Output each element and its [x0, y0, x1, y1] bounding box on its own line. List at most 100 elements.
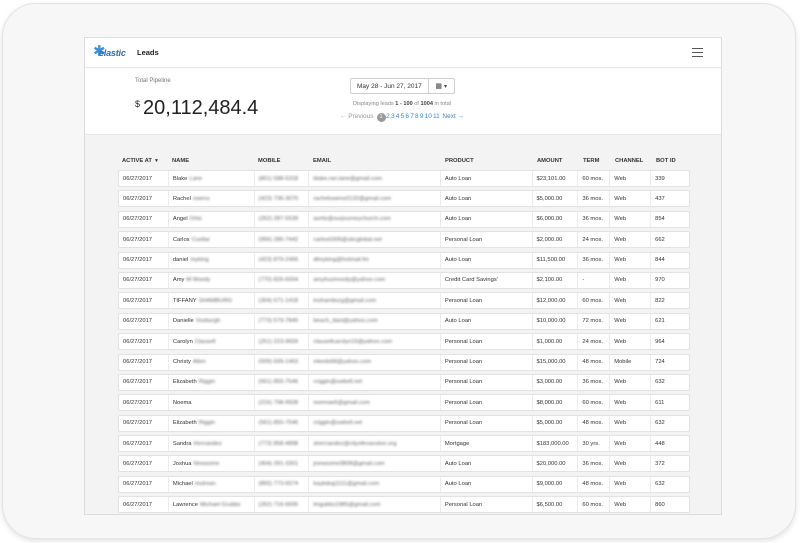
- first-name: TIFFANY: [172, 297, 197, 304]
- table-row[interactable]: 06/27/2017 Elizabeth Riggin (561) 855-7546 c…: [118, 414, 690, 432]
- summary-panel: Total Pipeline $20,112,484.4 May 28 - Ju…: [85, 68, 721, 135]
- displaying-info: Displaying leads 1 - 100 of 1004 in tota…: [317, 101, 487, 107]
- table-row[interactable]: 06/27/2017 TIFFANY SHAMBURG (304) 671-1418 t…: [118, 292, 690, 310]
- last-name-redacted: Allen: [192, 359, 206, 366]
- cell-term: 36 mos.: [578, 252, 611, 268]
- product-value: Personal Loan: [444, 379, 483, 386]
- pagination-page-link[interactable]: 2: [386, 113, 390, 120]
- cell-term: 36 mos.: [578, 374, 611, 390]
- column-header-email[interactable]: EMAIL: [309, 158, 441, 164]
- cell-email: blake.ran.lane@gmail.com: [309, 171, 441, 186]
- elastic-logo[interactable]: ✱ elastic: [93, 43, 126, 62]
- column-header-product[interactable]: PRODUCT: [441, 158, 533, 164]
- cell-product: Personal Loan: [441, 497, 533, 513]
- amount-value: $8,000.00: [536, 399, 563, 406]
- table-row[interactable]: 06/27/2017 Noema (216) 798-9928 noemae6@gma…: [118, 394, 690, 412]
- cell-amount: $2,000.00: [533, 232, 579, 248]
- caret-down-icon: ▾: [443, 83, 447, 90]
- term-value: 60 mos.: [582, 297, 603, 304]
- date-value: 06/27/2017: [123, 420, 153, 427]
- cell-channel: Web: [610, 497, 652, 513]
- currency-symbol: $: [135, 99, 141, 109]
- table-row[interactable]: 06/27/2017 daniel myking (423) 879-2466 dlmy…: [118, 251, 690, 269]
- column-header-active-at[interactable]: ACTIVE AT ▼: [118, 158, 168, 164]
- cell-term: 48 mos.: [578, 354, 611, 370]
- pagination-page-link[interactable]: 3: [391, 113, 395, 120]
- date-range-button[interactable]: May 28 - Jun 27, 2017: [350, 78, 429, 94]
- bot-value: 611: [655, 399, 665, 406]
- cell-mobile: (561) 855-7546: [255, 374, 310, 390]
- bot-value: 724: [655, 359, 665, 366]
- pagination-page-link[interactable]: 11: [433, 113, 440, 120]
- table-row[interactable]: 06/27/2017 Sandra Hernandez (773) 858-4898 s…: [118, 435, 690, 453]
- column-header-term[interactable]: TERM: [579, 158, 611, 164]
- date-value: 06/27/2017: [123, 440, 153, 447]
- email-value: rachelowens0132@gmail.com: [313, 195, 392, 202]
- pagination-page-link[interactable]: 10: [425, 113, 432, 120]
- pagination-next[interactable]: Next →: [442, 113, 464, 120]
- table-row[interactable]: 06/27/2017 Blake Lane (801) 588-5318 blake.r…: [118, 170, 690, 187]
- table-row[interactable]: 06/27/2017 Angel Ortiz (262) 287-5539 aortiz…: [118, 210, 690, 228]
- table-row[interactable]: 06/27/2017 Carlos Cuellar (956) 286-7442 car…: [118, 231, 690, 249]
- table-row[interactable]: 06/27/2017 Carolyn Clausell (251) 223-9659 c…: [118, 333, 690, 351]
- cell-bot-id: 662: [651, 232, 689, 247]
- cell-active-at: 06/27/2017: [119, 313, 169, 329]
- first-name: Lawrence: [172, 501, 198, 508]
- term-value: 48 mos.: [582, 359, 603, 366]
- calendar-dropdown-button[interactable]: ▦ ▾: [428, 78, 455, 94]
- table-row[interactable]: 06/27/2017 Elizabeth Riggin (561) 855-7546 c…: [118, 373, 690, 391]
- pagination-page-link[interactable]: 8: [415, 113, 419, 120]
- cell-email: shernandez@cityofevanston.org: [309, 436, 441, 452]
- cell-mobile: (262) 287-5539: [255, 211, 310, 227]
- table-row[interactable]: 06/27/2017 Rachel owens (423) 736-3070 rache…: [118, 190, 690, 208]
- cell-amount: $3,000.00: [533, 374, 579, 390]
- column-header-channel[interactable]: CHANNEL: [611, 158, 652, 164]
- cell-channel: Web: [610, 171, 652, 186]
- table-row[interactable]: 06/27/2017 Christy Allen (509) 699-1463 mked…: [118, 353, 690, 371]
- cell-email: criggin@swbell.net: [309, 374, 441, 390]
- mobile-value: (404) 391-3301: [258, 460, 299, 467]
- cell-channel: Web: [610, 272, 652, 288]
- cell-name: Amy M Moody: [169, 272, 255, 288]
- last-name-redacted: Lane: [189, 175, 203, 182]
- pagination-page-link[interactable]: 4: [396, 113, 400, 120]
- table-row[interactable]: 06/27/2017 Joshua Newsome (404) 391-3301 jne…: [118, 455, 690, 473]
- amount-value: $1,000.00: [536, 338, 563, 345]
- first-name: Rachel: [172, 195, 191, 202]
- pagination-page-link[interactable]: 6: [405, 113, 409, 120]
- cell-mobile: (423) 879-2466: [255, 252, 310, 268]
- table-header: ACTIVE AT ▼ NAME MOBILE EMAIL PRODUCT AMOUNT TE…: [118, 152, 690, 170]
- mobile-value: (561) 855-7546: [258, 420, 299, 427]
- cell-term: 72 mos.: [578, 313, 611, 329]
- table-row[interactable]: 06/27/2017 Danielle Vosburgh (773) 579-7845…: [118, 312, 690, 330]
- cell-active-at: 06/27/2017: [119, 456, 169, 472]
- last-name-redacted: owens: [192, 195, 210, 202]
- pagination-previous[interactable]: ← Previous: [340, 113, 374, 120]
- cell-active-at: 06/27/2017: [119, 191, 169, 207]
- email-value: tnshamburg@gmail.com: [313, 297, 377, 304]
- cell-name: Sandra Hernandez: [169, 436, 255, 452]
- pagination-page-link[interactable]: 9: [420, 113, 424, 120]
- cell-name: Carolyn Clausell: [169, 334, 255, 350]
- hamburger-icon[interactable]: [692, 48, 703, 57]
- last-name-redacted: Riggin: [198, 420, 216, 427]
- product-value: Personal Loan: [444, 338, 483, 345]
- column-header-name[interactable]: NAME: [168, 158, 254, 164]
- term-value: 36 mos.: [582, 257, 603, 264]
- table-row[interactable]: 06/27/2017 Lawrence Michael Grubbs (262) 71…: [118, 496, 690, 514]
- table-row[interactable]: 06/27/2017 Amy M Moody (770) 826-6004 amyhus…: [118, 271, 690, 289]
- column-header-mobile[interactable]: MOBILE: [254, 158, 309, 164]
- pagination-page-link[interactable]: 7: [410, 113, 414, 120]
- cell-bot-id: 437: [651, 191, 689, 206]
- column-header-label: NAME: [172, 158, 190, 164]
- pagination-current-page: 1: [376, 113, 386, 122]
- pagination-page-link[interactable]: 5: [401, 113, 405, 120]
- term-value: 60 mos.: [582, 175, 603, 182]
- term-value: 48 mos.: [582, 420, 603, 427]
- column-header-amount[interactable]: AMOUNT: [533, 158, 579, 164]
- email-value: clausellcarolyn15@yahoo.com: [313, 338, 393, 345]
- column-header-bot-id[interactable]: BOT ID: [652, 158, 690, 164]
- table-row[interactable]: 06/27/2017 Michael mulrean (865) 773-6574 ka…: [118, 475, 690, 493]
- amount-value: $3,000.00: [536, 379, 563, 386]
- product-value: Personal Loan: [444, 501, 483, 508]
